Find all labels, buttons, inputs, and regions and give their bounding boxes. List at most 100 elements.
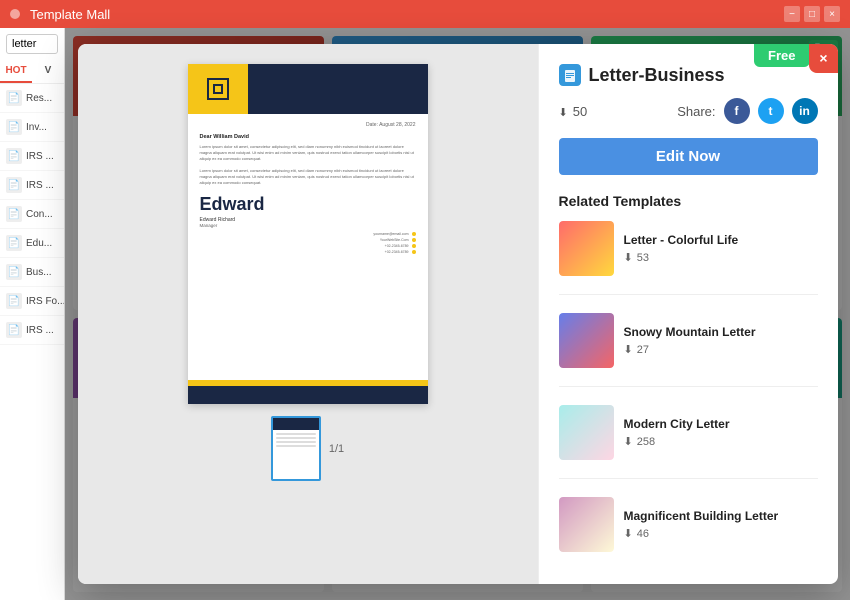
search-input[interactable] [6, 34, 58, 54]
sidebar-tabs: HOT V [0, 60, 64, 84]
sidebar-item-1[interactable]: 📄 Inv... [0, 113, 64, 142]
thumb-top-1 [273, 418, 319, 430]
doc-lorem-1: Lorem ipsum dolor sit amet, consectetur … [200, 144, 416, 162]
sidebar-item-0[interactable]: 📄 Res... [0, 84, 64, 113]
thumb-line [276, 445, 316, 447]
dl-icon-1 [624, 343, 633, 356]
share-linkedin-button[interactable]: in [792, 98, 818, 124]
related-name-2: Modern City Letter [624, 417, 818, 431]
pagination-label: 1/1 [329, 443, 344, 455]
doc-logo [207, 78, 229, 100]
sidebar-item-8[interactable]: 📄 IRS ... [0, 316, 64, 345]
share-facebook-button[interactable]: f [724, 98, 750, 124]
pagination-thumb-1[interactable] [271, 416, 321, 481]
thumb-lines-1 [273, 430, 319, 479]
item-icon-3: 📄 [6, 177, 22, 193]
template-name: Letter-Business [589, 65, 725, 86]
downloads-number: 50 [573, 104, 587, 119]
related-name-3: Magnificent Building Letter [624, 509, 818, 523]
contact-dot-0 [412, 232, 416, 236]
related-templates-list: Letter - Colorful Life 53 Snowy Mountain… [559, 221, 818, 552]
doc-contacts: yourname@email.com YourWebSite.Com +02-2… [200, 232, 416, 254]
divider-1 [559, 386, 818, 387]
item-icon-2: 📄 [6, 148, 22, 164]
related-templates-title: Related Templates [559, 193, 818, 209]
related-item-2[interactable]: Modern City Letter 258 [559, 405, 818, 460]
app-title: Template Mall [30, 7, 110, 22]
sidebar-items: 📄 Res... 📄 Inv... 📄 IRS ... 📄 IRS ... 📄 … [0, 84, 64, 345]
modal-overlay: Free × Date: August 28, 2022 Dear Willia… [65, 28, 850, 600]
dl-icon-2 [624, 435, 633, 448]
related-thumb-2 [559, 405, 614, 460]
share-label: Share: [677, 104, 715, 119]
minimize-button[interactable]: − [784, 6, 800, 22]
item-icon-7: 📄 [6, 293, 22, 309]
title-dot-1 [10, 9, 20, 19]
thumb-line [276, 441, 316, 443]
doc-logo-inner [213, 84, 223, 94]
related-name-0: Letter - Colorful Life [624, 233, 818, 247]
divider-2 [559, 478, 818, 479]
tab-hot[interactable]: HOT [0, 60, 32, 83]
meta-row: 50 Share: f t in [559, 98, 818, 124]
modal: Free × Date: August 28, 2022 Dear Willia… [78, 44, 838, 584]
related-item-1[interactable]: Snowy Mountain Letter 27 [559, 313, 818, 368]
item-icon-6: 📄 [6, 264, 22, 280]
related-thumb-1 [559, 313, 614, 368]
doc-lorem-2: Lorem ipsum dolor sit amet, consectetur … [200, 168, 416, 186]
doc-contact-0: yourname@email.com [373, 232, 415, 236]
modal-close-button[interactable]: × [809, 44, 838, 73]
item-icon-0: 📄 [6, 90, 22, 106]
share-section: Share: f t in [677, 98, 817, 124]
document-preview: Date: August 28, 2022 Dear William David… [188, 64, 428, 404]
item-icon-5: 📄 [6, 235, 22, 251]
related-thumb-3 [559, 497, 614, 552]
tab-v[interactable]: V [32, 60, 64, 83]
doc-name: Edward [200, 194, 416, 215]
doc-header [188, 64, 428, 114]
template-title-icon [559, 64, 581, 86]
search-bar [0, 28, 64, 60]
sidebar-item-3[interactable]: 📄 IRS ... [0, 171, 64, 200]
doc-date: Date: August 28, 2022 [200, 122, 416, 128]
sidebar-item-7[interactable]: 📄 IRS Fo... [0, 287, 64, 316]
dl-icon-3 [624, 527, 633, 540]
related-downloads-3: 46 [624, 527, 818, 540]
related-name-1: Snowy Mountain Letter [624, 325, 818, 339]
dl-icon-0 [624, 251, 633, 264]
related-info-0: Letter - Colorful Life 53 [624, 233, 818, 264]
related-item-3[interactable]: Magnificent Building Letter 46 [559, 497, 818, 552]
contact-dot-2 [412, 244, 416, 248]
related-item-0[interactable]: Letter - Colorful Life 53 [559, 221, 818, 276]
doc-body: Date: August 28, 2022 Dear William David… [188, 114, 428, 262]
item-icon-8: 📄 [6, 322, 22, 338]
related-info-1: Snowy Mountain Letter 27 [624, 325, 818, 356]
related-downloads-1: 27 [624, 343, 818, 356]
sidebar-item-6[interactable]: 📄 Bus... [0, 258, 64, 287]
doc-header-yellow [188, 64, 248, 114]
share-twitter-button[interactable]: t [758, 98, 784, 124]
sidebar: HOT V 📄 Res... 📄 Inv... 📄 IRS ... 📄 IRS … [0, 28, 65, 600]
doc-contact-1: YourWebSite.Com [380, 238, 416, 242]
title-controls: − □ × [784, 6, 840, 22]
download-icon [559, 104, 568, 119]
related-downloads-0: 53 [624, 251, 818, 264]
thumb-line [276, 437, 316, 439]
close-button[interactable]: × [824, 6, 840, 22]
related-info-2: Modern City Letter 258 [624, 417, 818, 448]
modal-free-badge: Free [754, 44, 809, 67]
sidebar-item-2[interactable]: 📄 IRS ... [0, 142, 64, 171]
related-info-3: Magnificent Building Letter 46 [624, 509, 818, 540]
doc-greeting: Dear William David [200, 134, 416, 140]
item-icon-1: 📄 [6, 119, 22, 135]
edit-now-button[interactable]: Edit Now [559, 138, 818, 175]
doc-contact-3: +02-2345-6789 [385, 250, 416, 254]
maximize-button[interactable]: □ [804, 6, 820, 22]
item-icon-4: 📄 [6, 206, 22, 222]
contact-dot-1 [412, 238, 416, 242]
related-downloads-2: 258 [624, 435, 818, 448]
title-bar: Template Mall − □ × [0, 0, 850, 28]
sidebar-item-5[interactable]: 📄 Edu... [0, 229, 64, 258]
doc-role: Manager [200, 223, 416, 228]
sidebar-item-4[interactable]: 📄 Con... [0, 200, 64, 229]
